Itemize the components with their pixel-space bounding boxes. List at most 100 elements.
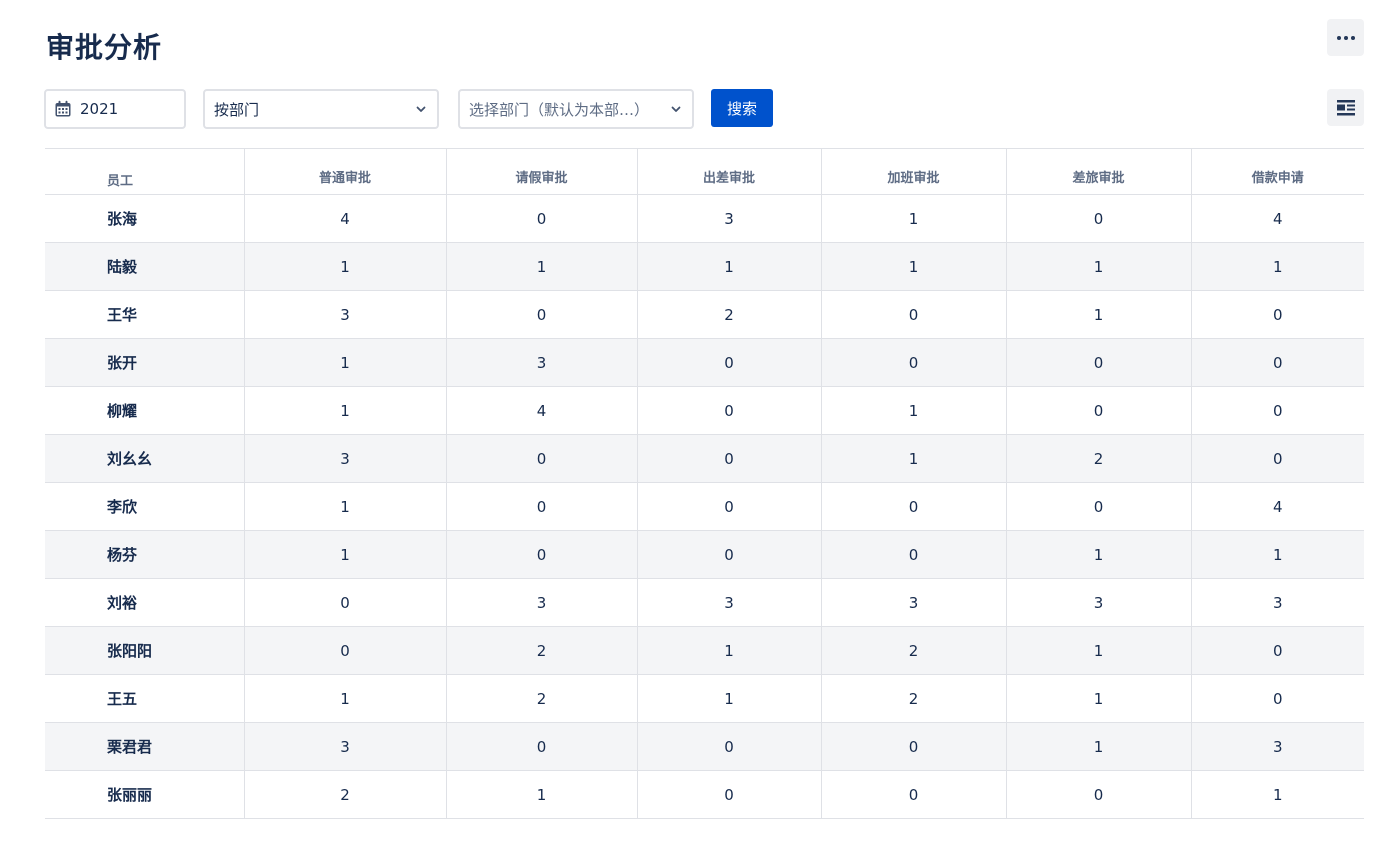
count-cell: 0 <box>445 290 637 339</box>
column-header: 差旅审批 <box>1005 148 1191 195</box>
table-row: 张阳阳 0 2 1 2 1 0 <box>45 626 1364 675</box>
employee-name-cell: 刘幺幺 <box>45 434 244 483</box>
count-cell: 3 <box>243 290 446 339</box>
employee-name-cell: 张海 <box>45 194 244 243</box>
count-cell: 1 <box>1005 242 1191 291</box>
table-row: 刘裕 0 3 3 3 3 3 <box>45 578 1364 627</box>
employee-name-cell: 陆毅 <box>45 242 244 291</box>
count-cell: 1 <box>1005 530 1191 579</box>
count-cell: 0 <box>820 722 1006 771</box>
count-cell: 3 <box>243 434 446 483</box>
count-cell: 0 <box>1005 338 1191 387</box>
count-cell: 0 <box>636 482 821 531</box>
table-row: 张海 4 0 3 1 0 4 <box>45 194 1364 243</box>
count-cell: 1 <box>820 434 1006 483</box>
employee-name-cell: 栗君君 <box>45 722 244 771</box>
employee-name-cell: 王五 <box>45 674 244 723</box>
count-cell: 3 <box>1190 578 1364 627</box>
group-by-select[interactable]: 按部门 <box>203 89 439 129</box>
column-header: 请假审批 <box>445 148 637 195</box>
more-horizontal-icon <box>1336 35 1341 40</box>
count-cell: 0 <box>1190 674 1364 723</box>
count-cell: 1 <box>1005 722 1191 771</box>
more-actions-button[interactable] <box>1327 19 1364 56</box>
count-cell: 3 <box>445 338 637 387</box>
count-cell: 1 <box>445 770 637 819</box>
table-row: 刘幺幺 3 0 0 1 2 0 <box>45 434 1364 483</box>
search-button[interactable]: 搜索 <box>711 89 773 127</box>
employee-name-cell: 张丽丽 <box>45 770 244 819</box>
count-cell: 0 <box>1190 434 1364 483</box>
column-header: 出差审批 <box>636 148 821 195</box>
chevron-down-icon <box>416 106 426 112</box>
employee-name-cell: 王华 <box>45 290 244 339</box>
count-cell: 1 <box>1005 674 1191 723</box>
count-cell: 1 <box>243 530 446 579</box>
chevron-down-icon <box>671 106 681 112</box>
count-cell: 0 <box>1005 386 1191 435</box>
employee-name-cell: 张阳阳 <box>45 626 244 675</box>
department-placeholder: 选择部门（默认为本部…） <box>469 100 650 119</box>
count-cell: 2 <box>820 674 1006 723</box>
table-row: 张开 1 3 0 0 0 0 <box>45 338 1364 387</box>
count-cell: 1 <box>243 386 446 435</box>
count-cell: 0 <box>445 530 637 579</box>
count-cell: 1 <box>636 242 821 291</box>
year-value: 2021 <box>80 100 119 118</box>
column-header: 普通审批 <box>243 148 446 195</box>
calendar-icon <box>55 100 71 117</box>
employee-name-cell: 柳耀 <box>45 386 244 435</box>
count-cell: 1 <box>820 194 1006 243</box>
count-cell: 0 <box>243 578 446 627</box>
employee-name-cell: 张开 <box>45 338 244 387</box>
table-row: 李欣 1 0 0 0 0 4 <box>45 482 1364 531</box>
layout-toggle-button[interactable] <box>1327 89 1364 126</box>
year-picker[interactable]: 2021 <box>44 89 186 129</box>
table-row: 陆毅 1 1 1 1 1 1 <box>45 242 1364 291</box>
count-cell: 0 <box>820 482 1006 531</box>
count-cell: 0 <box>1190 290 1364 339</box>
count-cell: 4 <box>1190 194 1364 243</box>
count-cell: 2 <box>820 626 1006 675</box>
count-cell: 1 <box>1005 626 1191 675</box>
count-cell: 0 <box>636 770 821 819</box>
count-cell: 1 <box>1190 770 1364 819</box>
count-cell: 1 <box>1005 290 1191 339</box>
table-header-row: 员工 普通审批 请假审批 出差审批 加班审批 差旅审批 借款申请 <box>45 148 1364 195</box>
count-cell: 3 <box>820 578 1006 627</box>
count-cell: 2 <box>243 770 446 819</box>
count-cell: 0 <box>243 626 446 675</box>
count-cell: 0 <box>1190 626 1364 675</box>
table-row: 栗君君 3 0 0 0 1 3 <box>45 722 1364 771</box>
employee-name-cell: 刘裕 <box>45 578 244 627</box>
count-cell: 0 <box>445 482 637 531</box>
employee-name-cell: 杨芬 <box>45 530 244 579</box>
more-dot <box>1350 35 1355 40</box>
count-cell: 2 <box>1005 434 1191 483</box>
count-cell: 1 <box>636 626 821 675</box>
count-cell: 0 <box>445 434 637 483</box>
group-by-value: 按部门 <box>214 100 260 119</box>
count-cell: 0 <box>1190 338 1364 387</box>
table-row: 柳耀 1 4 0 1 0 0 <box>45 386 1364 435</box>
count-cell: 4 <box>445 386 637 435</box>
count-cell: 3 <box>636 194 821 243</box>
count-cell: 2 <box>445 626 637 675</box>
count-cell: 0 <box>1005 482 1191 531</box>
count-cell: 1 <box>820 242 1006 291</box>
employee-name-cell: 李欣 <box>45 482 244 531</box>
count-cell: 3 <box>445 578 637 627</box>
count-cell: 3 <box>1005 578 1191 627</box>
more-dot <box>1343 35 1348 40</box>
approval-table: 员工 普通审批 请假审批 出差审批 加班审批 差旅审批 借款申请 张海 4 0 3 1 0 4 陆毅 1 1 1… <box>45 148 1364 819</box>
table-layout-icon <box>1336 99 1355 115</box>
count-cell: 3 <box>243 722 446 771</box>
count-cell: 1 <box>820 386 1006 435</box>
count-cell: 2 <box>445 674 637 723</box>
department-select[interactable]: 选择部门（默认为本部…） <box>458 89 694 129</box>
count-cell: 4 <box>243 194 446 243</box>
count-cell: 1 <box>243 338 446 387</box>
count-cell: 1 <box>1190 530 1364 579</box>
count-cell: 1 <box>243 482 446 531</box>
count-cell: 0 <box>636 530 821 579</box>
